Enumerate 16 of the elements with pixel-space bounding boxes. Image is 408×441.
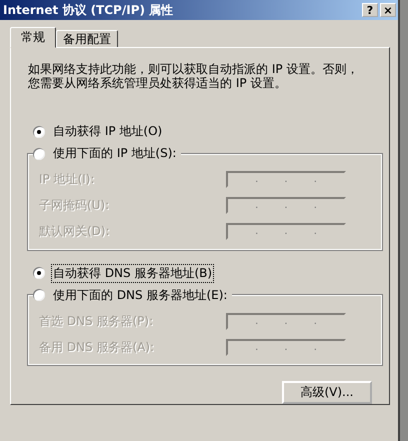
radio-label[interactable]: 使用下面的 DNS 服务器地址(E): <box>51 286 230 305</box>
description-line: 您需要从网络系统管理员处获得适当的 IP 设置。 <box>28 76 286 90</box>
help-button[interactable]: ? <box>362 3 378 17</box>
radio-button[interactable] <box>33 267 45 280</box>
radio-label[interactable]: 自动获得 DNS 服务器地址(B) <box>51 264 214 283</box>
radio-button[interactable] <box>33 126 45 138</box>
tab[interactable]: 备用配置 <box>56 30 118 47</box>
window-title: Internet 协议 (TCP/IP) 属性 <box>3 2 174 18</box>
close-button[interactable]: × <box>380 3 396 17</box>
radio-button[interactable] <box>33 148 45 160</box>
advanced-button[interactable]: 高级(V)... <box>282 381 372 404</box>
description-line: 如果网络支持此功能，则可以获取自动指派的 IP 设置。否则， <box>28 62 358 76</box>
radio-button[interactable] <box>33 289 45 302</box>
radio-label[interactable]: 使用下面的 IP 地址(S): <box>51 144 178 164</box>
tab[interactable]: 常规 <box>10 27 56 48</box>
radio-label[interactable]: 自动获得 IP 地址(O) <box>51 122 164 142</box>
